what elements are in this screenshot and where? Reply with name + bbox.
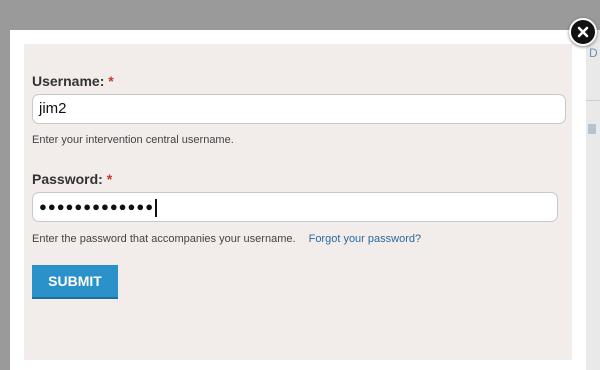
required-marker: *: [108, 73, 114, 89]
background-divider: [586, 100, 600, 101]
close-icon[interactable]: [569, 18, 597, 46]
username-input[interactable]: jim2: [32, 94, 566, 124]
text-cursor: [155, 198, 158, 217]
password-help-text: Enter the password that accompanies your…: [32, 233, 422, 245]
password-masked-value: ●●●●●●●●●●●●●: [39, 199, 155, 214]
password-label: Password: *: [32, 171, 113, 187]
close-x-glyph: [577, 26, 589, 38]
submit-button[interactable]: SUBMIT: [32, 265, 118, 299]
required-marker: *: [106, 171, 113, 187]
background-page-edge: [585, 30, 600, 370]
forgot-password-link[interactable]: Forgot your password?: [309, 233, 422, 245]
background-page-text: D: [589, 46, 598, 60]
username-help-text: Enter your intervention central username…: [32, 134, 234, 146]
overlay-backdrop-left: [0, 30, 10, 370]
username-label: Username: *: [32, 73, 114, 89]
overlay-backdrop-top: [0, 0, 600, 30]
username-value: jim2: [39, 100, 67, 117]
password-input[interactable]: ●●●●●●●●●●●●●: [32, 192, 558, 222]
background-icon: [588, 124, 596, 134]
